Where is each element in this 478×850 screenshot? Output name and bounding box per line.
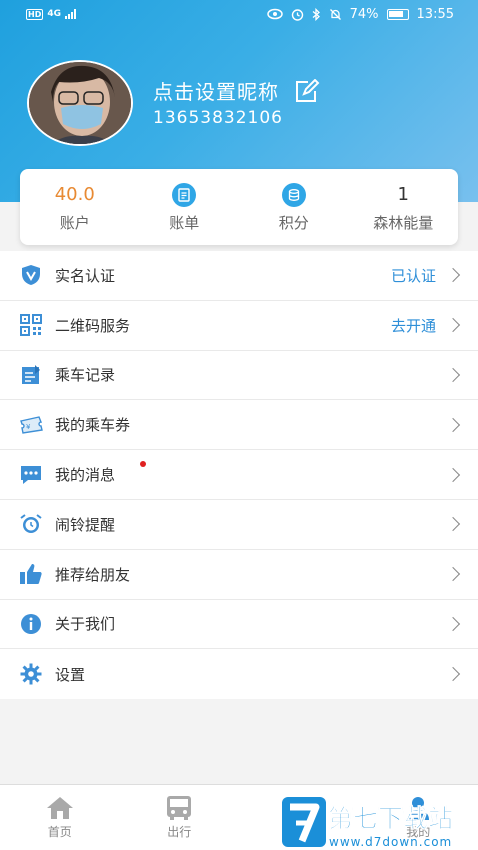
- network-type: 4G: [47, 9, 61, 19]
- forest-energy-value: 1: [397, 184, 409, 205]
- account-label: 账户: [59, 213, 90, 232]
- nickname-row: 点击设置昵称: [153, 76, 321, 105]
- menu-label: 闹铃提醒: [55, 515, 116, 534]
- chevron-right-icon: [445, 517, 461, 532]
- bluetooth-icon: [312, 7, 320, 21]
- gear-icon: [19, 662, 43, 686]
- settings-menu: 实名认证 已认证 二维码服务 去开通 乘车记录 ¥ 我的乘车券 我的消息 闹铃提…: [0, 251, 478, 700]
- account-balance-stat[interactable]: 40.0 账户: [20, 169, 130, 245]
- chevron-right-icon: [445, 318, 461, 333]
- bill-label: 账单: [169, 213, 200, 232]
- points-label: 积分: [278, 213, 309, 232]
- menu-label: 乘车记录: [55, 366, 116, 385]
- tab-label: 首页: [47, 825, 72, 839]
- tab-travel[interactable]: 出行: [120, 785, 240, 850]
- chevron-right-icon: [445, 467, 461, 482]
- stats-card: 40.0 账户 账单 积分 1 森林能量: [20, 169, 458, 245]
- ticket-icon: ¥: [19, 413, 43, 437]
- avatar[interactable]: [27, 60, 133, 146]
- notebook-icon: [19, 363, 43, 387]
- eye-icon: [266, 8, 283, 20]
- hd-badge: HD: [26, 8, 44, 20]
- bus-icon: [167, 796, 192, 820]
- status-bar: HD 4G 74% 13:55: [0, 0, 478, 28]
- chevron-right-icon: [445, 616, 461, 632]
- menu-item-real-name-auth[interactable]: 实名认证 已认证: [0, 251, 478, 301]
- verified-status: 已认证: [390, 266, 436, 285]
- battery-percent: 74%: [349, 6, 379, 22]
- menu-label: 我的消息: [55, 466, 116, 485]
- menu-item-alarm[interactable]: 闹铃提醒: [0, 500, 478, 550]
- menu-item-qr-service[interactable]: 二维码服务 去开通: [0, 301, 478, 351]
- points-stat[interactable]: 积分: [239, 169, 349, 245]
- coins-icon: [281, 182, 306, 207]
- edit-icon: [296, 78, 320, 102]
- qr-code-icon: [19, 313, 43, 337]
- menu-label: 我的乘车券: [55, 416, 131, 435]
- nickname-text[interactable]: 点击设置昵称: [153, 76, 279, 105]
- menu-item-about-us[interactable]: 关于我们: [0, 600, 478, 650]
- home-icon: [46, 797, 73, 819]
- thumbs-up-icon: [19, 562, 43, 586]
- receipt-icon: [172, 182, 197, 207]
- chevron-right-icon: [445, 268, 461, 283]
- chevron-right-icon: [445, 417, 461, 432]
- menu-item-ride-records[interactable]: 乘车记录: [0, 351, 478, 401]
- avatar-photo: [29, 62, 131, 144]
- menu-item-recommend[interactable]: 推荐给朋友: [0, 550, 478, 600]
- menu-label: 二维码服务: [55, 316, 131, 335]
- info-icon: [19, 612, 43, 636]
- menu-label: 实名认证: [55, 266, 116, 285]
- status-right: 74% 13:55: [266, 6, 454, 22]
- bill-stat[interactable]: 账单: [130, 169, 240, 245]
- clock-time: 13:55: [416, 6, 454, 22]
- status-left: HD 4G: [26, 8, 76, 20]
- menu-label: 关于我们: [55, 615, 116, 634]
- battery-icon: [386, 8, 409, 20]
- chevron-right-icon: [445, 567, 461, 582]
- menu-label: 设置: [55, 665, 86, 684]
- menu-item-ride-tickets[interactable]: ¥ 我的乘车券: [0, 400, 478, 451]
- edit-nickname-button[interactable]: [293, 77, 321, 105]
- account-balance-value: 40.0: [54, 184, 95, 205]
- shield-v-icon: [19, 263, 43, 287]
- watermark-logo: 第七下载站 www.d7down.com: [282, 797, 453, 849]
- tab-label: 出行: [167, 825, 192, 839]
- menu-item-settings[interactable]: 设置: [0, 649, 478, 699]
- watermark-url: www.d7down.com: [329, 835, 452, 849]
- forest-energy-stat[interactable]: 1 森林能量: [349, 169, 459, 245]
- alarm-status-icon: [291, 8, 303, 21]
- menu-item-my-messages[interactable]: 我的消息: [0, 450, 478, 500]
- alarm-clock-icon: [19, 512, 43, 536]
- chevron-right-icon: [445, 367, 461, 383]
- menu-label: 推荐给朋友: [55, 565, 131, 584]
- tab-home[interactable]: 首页: [0, 785, 120, 850]
- signal-icon: [65, 9, 76, 19]
- svg-text:¥: ¥: [26, 423, 31, 431]
- phone-number: 13653832106: [153, 108, 283, 128]
- activate-status: 去开通: [390, 316, 436, 335]
- watermark-brand: 第七下载站: [328, 804, 453, 833]
- message-icon: [19, 463, 43, 487]
- mute-bell-icon: [329, 8, 341, 20]
- chevron-right-icon: [445, 667, 461, 682]
- forest-energy-label: 森林能量: [373, 213, 434, 232]
